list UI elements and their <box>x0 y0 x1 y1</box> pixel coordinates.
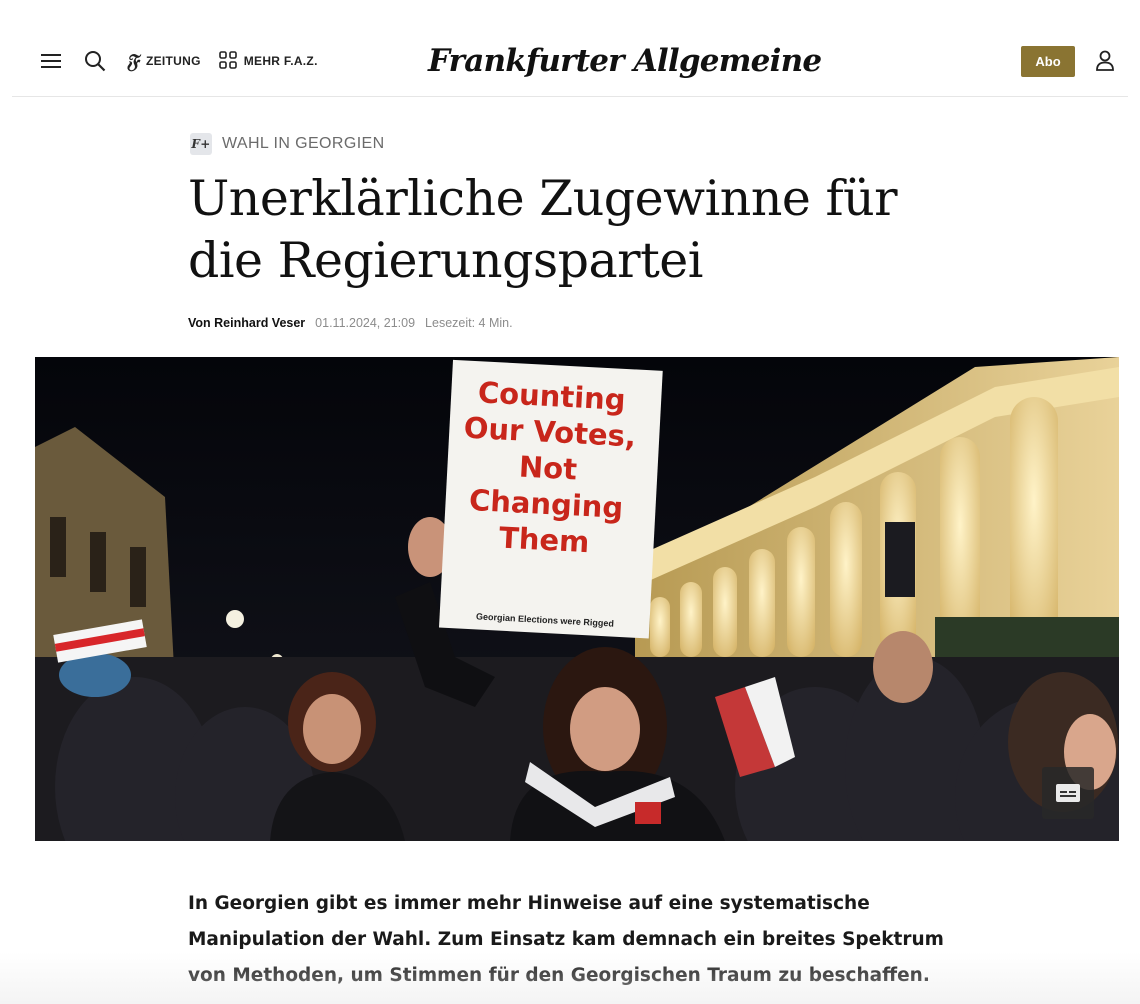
protest-sign-text: Counting Our Votes, Not Changing Them <box>462 375 637 560</box>
user-icon[interactable] <box>1092 48 1118 74</box>
article-byline: Von Reinhard Veser 01.11.2024, 21:09 Les… <box>188 316 513 330</box>
site-logo[interactable]: Frankfurter Allgemeine <box>428 40 822 82</box>
author-name[interactable]: Von Reinhard Veser <box>188 316 305 330</box>
mehr-faz-label: MEHR F.A.Z. <box>243 54 318 68</box>
fplus-badge-icon: F+ <box>190 133 212 155</box>
article-lead: In Georgien gibt es immer mehr Hinweise … <box>188 893 944 986</box>
search-icon[interactable] <box>82 48 108 74</box>
publish-date: 01.11.2024, 21:09 <box>315 316 416 330</box>
grid-icon <box>218 50 237 72</box>
site-header: 𝔉 ZEITUNG MEHR F.A.Z. Frankfurter Allgem… <box>12 0 1128 97</box>
mehr-faz-link[interactable]: MEHR F.A.Z. <box>218 50 318 72</box>
caption-icon[interactable] <box>1042 767 1094 819</box>
zeitung-link[interactable]: 𝔉 ZEITUNG <box>126 49 201 73</box>
faz-f-icon: 𝔉 <box>126 49 139 73</box>
article-headline: Unerklärliche Zugewinne für die Regierun… <box>188 170 898 289</box>
article-kicker[interactable]: F+ WAHL IN GEORGIEN <box>190 132 385 156</box>
reading-time: Lesezeit: 4 Min. <box>425 316 513 330</box>
hamburger-menu-icon[interactable] <box>38 48 64 74</box>
zeitung-label: ZEITUNG <box>145 54 201 68</box>
header-nav: 𝔉 ZEITUNG MEHR F.A.Z. <box>38 46 318 76</box>
kicker-label: WAHL IN GEORGIEN <box>222 135 385 152</box>
abo-button[interactable]: Abo <box>1021 46 1075 77</box>
